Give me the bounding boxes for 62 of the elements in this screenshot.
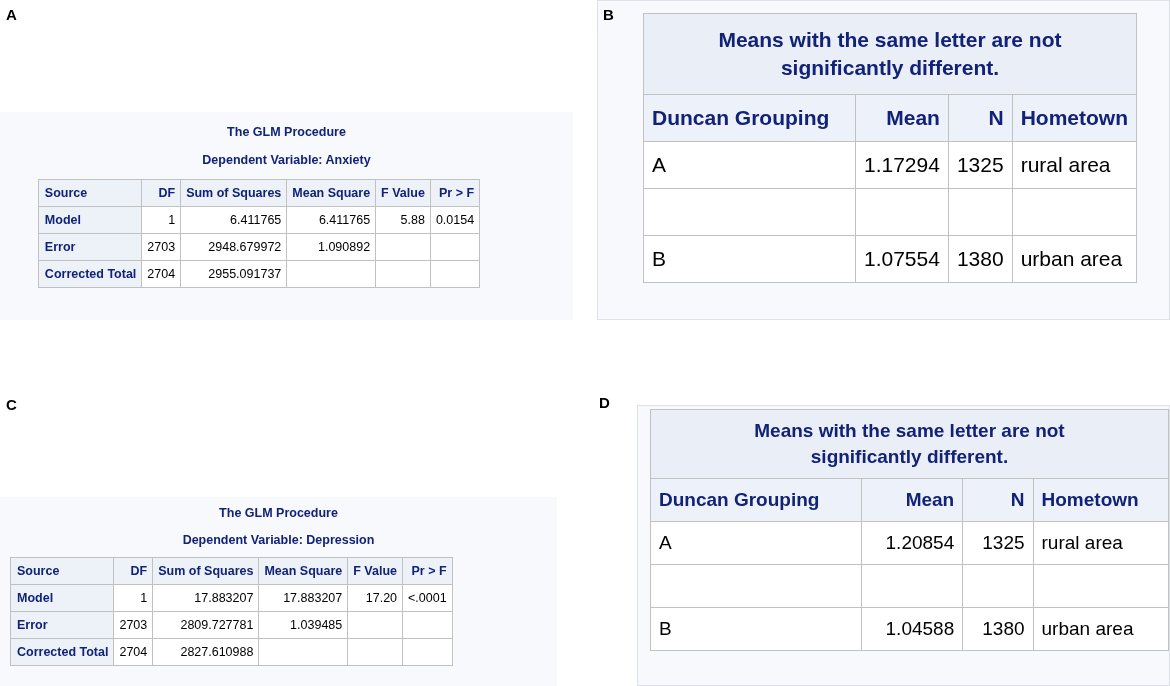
row-header: Corrected Total	[10, 638, 114, 666]
column-header: Mean	[861, 478, 963, 522]
table-cell: 1.090892	[286, 233, 376, 261]
table-cell: 1.039485	[258, 611, 348, 639]
column-header: Mean Square	[286, 179, 376, 207]
row-header: Error	[38, 233, 142, 261]
column-header: Sum of Squares	[180, 179, 287, 207]
row-header: Model	[10, 584, 114, 612]
column-header: Sum of Squares	[152, 557, 259, 585]
column-header: Mean Square	[258, 557, 348, 585]
table-cell: 2827.610988	[152, 638, 259, 666]
table-cell: rural area	[1033, 521, 1169, 565]
column-header: N	[948, 94, 1013, 142]
table-cell: 1325	[962, 521, 1034, 565]
panel-label: C	[5, 395, 18, 413]
panel-label: A	[5, 5, 18, 23]
column-header: Hometown	[1012, 94, 1137, 142]
column-header: Source	[10, 557, 114, 585]
table-cell: 1380	[948, 235, 1013, 283]
row-header: Corrected Total	[38, 260, 142, 288]
column-header: F Value	[375, 179, 431, 207]
table-cell: 1380	[962, 607, 1034, 651]
dependent-variable-title: Dependent Variable: Depression	[182, 533, 375, 547]
table-cell: urban area	[1012, 235, 1137, 283]
table-cell: B	[650, 607, 862, 651]
panel-label: B	[603, 6, 614, 23]
row-header: Model	[38, 206, 142, 234]
table-cell: 6.411765	[180, 206, 287, 234]
panel-label: D	[599, 394, 610, 411]
table-cell: 1325	[948, 141, 1013, 189]
table-cell: 1.07554	[855, 235, 949, 283]
dependent-variable-title: Dependent Variable: Anxiety	[202, 153, 371, 167]
table-cell: 1.04588	[861, 607, 963, 651]
table-cell: A	[643, 141, 856, 189]
table-cell: 2809.727781	[152, 611, 259, 639]
column-header: Source	[38, 179, 142, 207]
table-caption: Means with the same letter are not significantly different.	[643, 13, 1137, 95]
table-cell: 2948.679972	[180, 233, 287, 261]
table-cell: 17.883207	[258, 584, 348, 612]
column-header: DF	[141, 179, 181, 207]
column-header: N	[962, 478, 1034, 522]
procedure-title: The GLM Procedure	[227, 125, 346, 139]
table-cell: 17.883207	[152, 584, 259, 612]
column-header: Hometown	[1033, 478, 1169, 522]
table-cell: A	[650, 521, 862, 565]
column-header: DF	[113, 557, 153, 585]
table-cell: rural area	[1012, 141, 1137, 189]
column-header: Mean	[855, 94, 949, 142]
procedure-title: The GLM Procedure	[219, 506, 338, 520]
table-cell: 2955.091737	[180, 260, 287, 288]
table-cell: 6.411765	[286, 206, 376, 234]
column-header: Duncan Grouping	[650, 478, 862, 522]
column-header: Duncan Grouping	[643, 94, 856, 142]
table-cell: 1.17294	[855, 141, 949, 189]
column-header: Pr > F	[402, 557, 453, 585]
column-header: Pr > F	[430, 179, 480, 207]
table-caption: Means with the same letter are not significantly different.	[650, 409, 1169, 479]
column-header: F Value	[347, 557, 403, 585]
table-cell: B	[643, 235, 856, 283]
table-cell: 1.20854	[861, 521, 963, 565]
row-header: Error	[10, 611, 114, 639]
table-cell: urban area	[1033, 607, 1169, 651]
